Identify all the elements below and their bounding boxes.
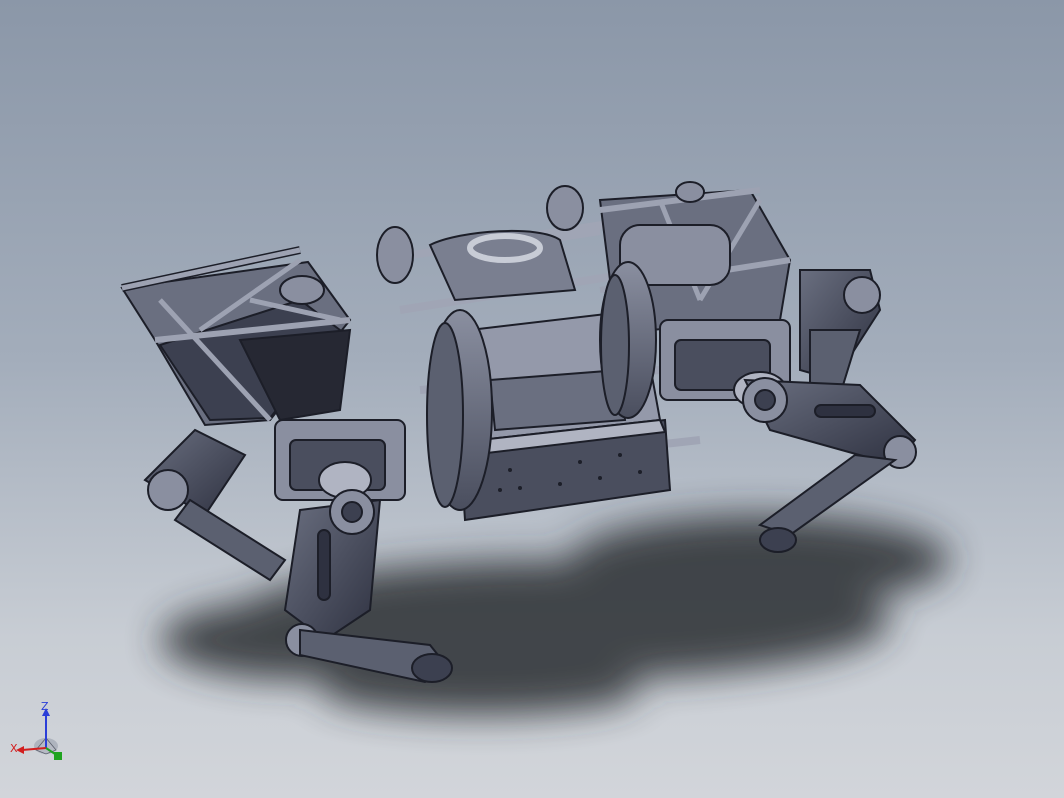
triad-axes	[16, 708, 62, 760]
z-axis-label: Z	[41, 700, 49, 713]
floor-shadow	[160, 515, 950, 715]
rear-far-leg	[143, 428, 287, 582]
x-axis-label: X	[10, 742, 18, 755]
top-handle	[376, 226, 577, 302]
rear-cage-frame	[120, 246, 352, 427]
cad-viewport[interactable]: Z X	[0, 0, 1064, 798]
robot-model-view[interactable]	[0, 0, 1064, 798]
front-far-leg	[799, 269, 882, 396]
front-cage-frame	[546, 181, 792, 332]
coordinate-triad: Z X	[8, 700, 72, 772]
